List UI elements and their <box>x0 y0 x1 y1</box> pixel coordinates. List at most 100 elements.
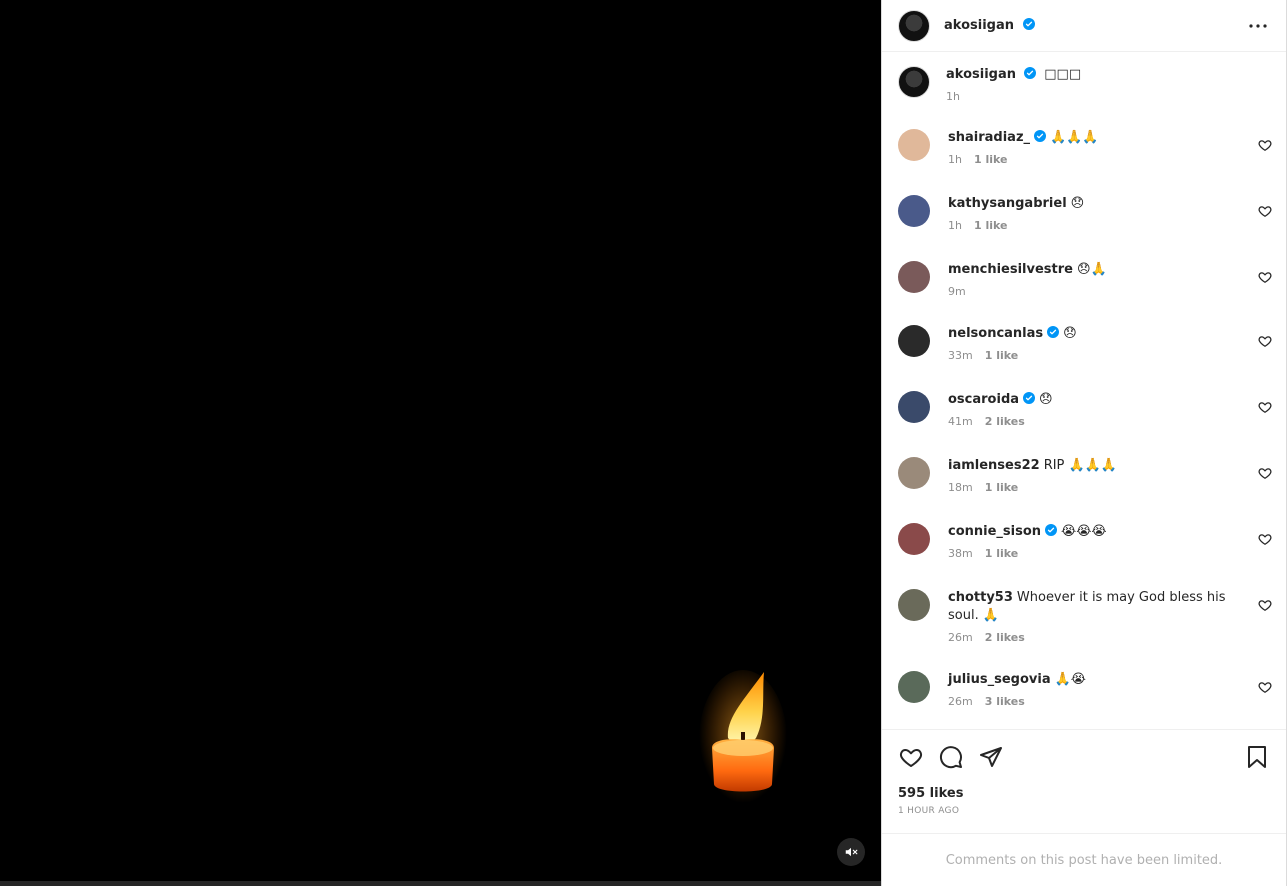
comment-time[interactable]: 33m <box>948 349 973 362</box>
comment-line: chotty53 Whoever it is may God bless his … <box>948 589 1248 625</box>
comment-line: julius_segovia 🙏😭 <box>948 671 1248 689</box>
bookmark-icon <box>1248 746 1266 768</box>
verified-badge-icon <box>1022 18 1035 30</box>
comment-text: 😞 <box>1063 326 1077 341</box>
comment-like-heart-icon[interactable] <box>1258 334 1272 348</box>
comment-row: menchiesilvestre 😞🙏 9m <box>898 261 1272 299</box>
commenter-avatar[interactable] <box>898 261 930 293</box>
comment-like-heart-icon[interactable] <box>1258 138 1272 152</box>
comment-body: julius_segovia 🙏😭 26m 3 likes <box>948 671 1248 709</box>
comment-meta: 33m 1 like <box>948 349 1248 363</box>
candle-image <box>699 670 787 810</box>
comment-button[interactable] <box>938 744 964 770</box>
comment-like-heart-icon[interactable] <box>1258 400 1272 414</box>
save-button[interactable] <box>1244 744 1270 770</box>
ellipsis-icon <box>1249 23 1267 28</box>
comment-like-heart-icon[interactable] <box>1258 466 1272 480</box>
post-caption: akosiigan □□□ 1h <box>898 66 1081 104</box>
comment-time[interactable]: 1h <box>948 219 962 232</box>
comment-meta: 41m 2 likes <box>948 415 1248 429</box>
commenter-avatar[interactable] <box>898 523 930 555</box>
commenter-avatar[interactable] <box>898 457 930 489</box>
comment-time[interactable]: 41m <box>948 415 973 428</box>
comment-username[interactable]: shairadiaz_ <box>948 130 1030 145</box>
video-progress-bar[interactable] <box>0 881 881 886</box>
post-side-panel: akosiigan akosiigan □□□ 1h shairadiaz_ 🙏… <box>881 0 1287 886</box>
caption-meta: 1h <box>946 90 1081 104</box>
comment-username[interactable]: kathysangabriel <box>948 196 1067 211</box>
commenter-avatar[interactable] <box>898 195 930 227</box>
commenter-avatar[interactable] <box>898 391 930 423</box>
muted-speaker-icon <box>845 847 858 857</box>
comment-row: kathysangabriel 😞 1h 1 like <box>898 195 1272 233</box>
verified-badge-icon <box>1023 392 1036 404</box>
comment-row: iamlenses22 RIP 🙏🙏🙏 18m 1 like <box>898 457 1272 495</box>
comment-body: kathysangabriel 😞 1h 1 like <box>948 195 1248 233</box>
comment-username[interactable]: iamlenses22 <box>948 458 1040 473</box>
comment-body: nelsoncanlas 😞 33m 1 like <box>948 325 1248 363</box>
action-bar <box>898 744 1270 770</box>
likes-count[interactable]: 595 likes <box>898 786 963 801</box>
post-actions: 595 likes 1 HOUR AGO <box>882 729 1286 833</box>
comment-like-heart-icon[interactable] <box>1258 680 1272 694</box>
comment-row: nelsoncanlas 😞 33m 1 like <box>898 325 1272 363</box>
comment-likes[interactable]: 3 likes <box>985 695 1025 708</box>
verified-badge-icon <box>1047 326 1060 338</box>
share-button[interactable] <box>978 744 1004 770</box>
comment-likes[interactable]: 2 likes <box>985 631 1025 644</box>
comment-username[interactable]: chotty53 <box>948 590 1013 605</box>
comment-body: shairadiaz_ 🙏🙏🙏 1h 1 like <box>948 129 1248 167</box>
commenter-avatar[interactable] <box>898 325 930 357</box>
comment-username[interactable]: connie_sison <box>948 524 1041 539</box>
comment-likes[interactable]: 2 likes <box>985 415 1025 428</box>
comment-time[interactable]: 18m <box>948 481 973 494</box>
comment-line: shairadiaz_ 🙏🙏🙏 <box>948 129 1248 147</box>
author-avatar[interactable] <box>898 9 930 42</box>
comment-username[interactable]: nelsoncanlas <box>948 326 1043 341</box>
comment-likes[interactable]: 1 like <box>985 547 1019 560</box>
comment-meta: 18m 1 like <box>948 481 1248 495</box>
comment-row: oscaroida 😞 41m 2 likes <box>898 391 1272 429</box>
comment-meta: 38m 1 like <box>948 547 1248 561</box>
comment-likes[interactable]: 1 like <box>985 349 1019 362</box>
comments-list[interactable]: akosiigan □□□ 1h shairadiaz_ 🙏🙏🙏 1h 1 like k… <box>882 52 1286 729</box>
comment-time[interactable]: 26m <box>948 631 973 644</box>
comment-meta: 1h 1 like <box>948 153 1248 167</box>
comment-line: nelsoncanlas 😞 <box>948 325 1248 343</box>
comment-like-heart-icon[interactable] <box>1258 204 1272 218</box>
verified-badge-icon <box>1034 130 1047 142</box>
comment-username[interactable]: oscaroida <box>948 392 1019 407</box>
comment-likes[interactable]: 1 like <box>974 219 1008 232</box>
comment-time[interactable]: 9m <box>948 285 966 298</box>
caption-username[interactable]: akosiigan <box>946 67 1016 82</box>
comment-time[interactable]: 1h <box>948 153 962 166</box>
comment-meta: 9m <box>948 285 1248 299</box>
commenter-avatar[interactable] <box>898 589 930 621</box>
comment-like-heart-icon[interactable] <box>1258 270 1272 284</box>
comment-time[interactable]: 26m <box>948 695 973 708</box>
comment-line: connie_sison 😭😭😭 <box>948 523 1248 541</box>
author-username[interactable]: akosiigan <box>944 18 1035 33</box>
like-button[interactable] <box>898 744 924 770</box>
comment-line: iamlenses22 RIP 🙏🙏🙏 <box>948 457 1248 475</box>
post-modal: akosiigan akosiigan □□□ 1h shairadiaz_ 🙏… <box>0 0 1287 886</box>
more-options-button[interactable] <box>1246 14 1270 38</box>
mute-toggle-button[interactable] <box>837 838 865 866</box>
comment-like-heart-icon[interactable] <box>1258 598 1272 612</box>
comment-likes[interactable]: 1 like <box>974 153 1008 166</box>
comment-likes[interactable]: 1 like <box>985 481 1019 494</box>
post-media-video[interactable] <box>0 0 881 886</box>
comment-username[interactable]: julius_segovia <box>948 672 1051 687</box>
caption-body: akosiigan □□□ 1h <box>946 66 1081 104</box>
caption-time[interactable]: 1h <box>946 90 960 103</box>
comment-time[interactable]: 38m <box>948 547 973 560</box>
comment-text: 😭😭😭 <box>1061 524 1107 539</box>
comment-username[interactable]: menchiesilvestre <box>948 262 1073 277</box>
comment-like-heart-icon[interactable] <box>1258 532 1272 546</box>
caption-avatar[interactable] <box>898 66 930 98</box>
commenter-avatar[interactable] <box>898 671 930 703</box>
comment-meta: 1h 1 like <box>948 219 1248 233</box>
commenter-avatar[interactable] <box>898 129 930 161</box>
author-username-text[interactable]: akosiigan <box>944 18 1014 33</box>
post-time-ago[interactable]: 1 HOUR AGO <box>898 806 959 816</box>
